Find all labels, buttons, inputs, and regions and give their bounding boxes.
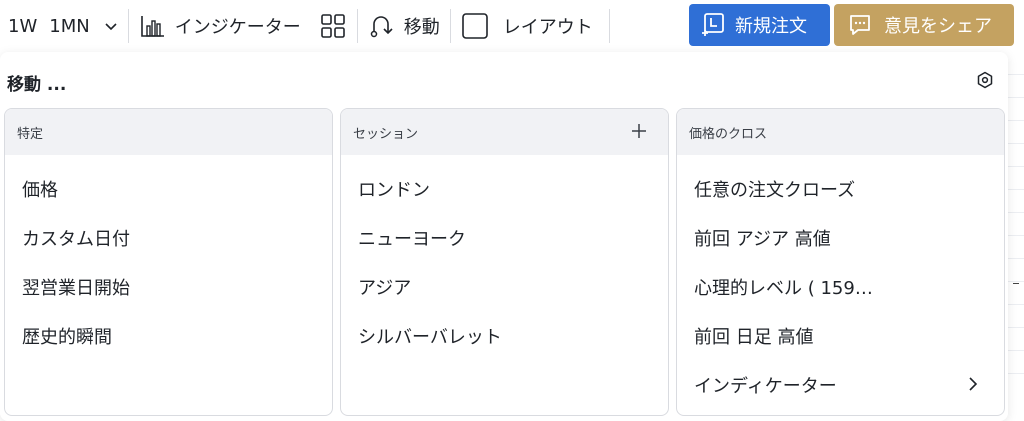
indicators-button[interactable]: インジケーター — [139, 8, 301, 44]
new-order-button[interactable]: 新規注文 — [689, 4, 830, 46]
list-item[interactable]: 任意の注文クローズ — [677, 164, 1004, 213]
column-header: 価格のクロス — [677, 109, 1004, 155]
interval-selector[interactable]: 1W 1MN — [0, 8, 118, 44]
list-item[interactable]: 価格 — [5, 164, 332, 213]
column-list: 価格 カスタム日付 翌営業日開始 歴史的瞬間 — [5, 155, 332, 360]
settings-icon[interactable] — [976, 71, 994, 89]
column-list: 任意の注文クローズ 前回 アジア 高値 心理的レベル ( 159… 前回 日足 … — [677, 155, 1004, 409]
list-item[interactable]: 心理的レベル ( 159… — [677, 262, 1004, 311]
column-header-label: セッション — [353, 126, 419, 142]
list-item-indicator[interactable]: インディケーター — [677, 360, 1004, 409]
chevron-right-icon — [969, 377, 978, 391]
templates-button[interactable] — [319, 8, 347, 44]
layout-label: レイアウト — [502, 17, 593, 38]
move-label: 移動 — [403, 17, 440, 38]
column-header: 特定 — [5, 109, 332, 155]
list-item[interactable]: 前回 アジア 高値 — [677, 213, 1004, 262]
list-item[interactable]: ロンドン — [341, 164, 668, 213]
new-order-label: 新規注文 — [735, 16, 807, 37]
list-item[interactable]: シルバーバレット — [341, 311, 668, 360]
toolbar-divider — [449, 9, 451, 43]
panel-title: 移動 ... — [7, 75, 67, 95]
toolbar-divider — [356, 9, 358, 43]
list-item[interactable]: 前回 日足 高値 — [677, 311, 1004, 360]
chevron-down-icon[interactable] — [104, 19, 118, 33]
column-list: ロンドン ニューヨーク アジア シルバーバレット — [341, 155, 668, 360]
move-button[interactable]: 移動 — [368, 8, 440, 44]
toolbar-divider — [608, 9, 610, 43]
list-item[interactable]: 歴史的瞬間 — [5, 311, 332, 360]
indicators-label: インジケーター — [174, 17, 301, 38]
list-item[interactable]: カスタム日付 — [5, 213, 332, 262]
feedback-button[interactable]: 意見をシェア — [834, 4, 1014, 46]
move-arrow-icon — [368, 12, 396, 40]
grid-icon — [319, 12, 347, 40]
interval-1mn[interactable]: 1MN — [49, 16, 89, 37]
column-header-label: 価格のクロス — [689, 126, 768, 142]
list-item[interactable]: アジア — [341, 262, 668, 311]
layout-button[interactable]: レイアウト — [461, 8, 593, 44]
column-header: セッション — [341, 109, 668, 155]
new-order-icon — [702, 13, 724, 36]
feedback-label: 意見をシェア — [884, 16, 992, 37]
column-session: セッション ロンドン ニューヨーク アジア シルバーバレット — [340, 108, 669, 416]
chart-background — [1008, 52, 1024, 421]
chat-bubble-icon — [850, 15, 870, 35]
move-dropdown-panel: 移動 ... 特定 価格 カスタム日付 翌営業日開始 歴史的瞬間 セッション ロ… — [0, 52, 1008, 421]
list-item[interactable]: 翌営業日開始 — [5, 262, 332, 311]
column-specific: 特定 価格 カスタム日付 翌営業日開始 歴史的瞬間 — [4, 108, 333, 416]
plus-icon[interactable] — [630, 122, 648, 140]
square-icon — [461, 12, 489, 40]
bar-chart-icon — [139, 12, 167, 40]
list-item-label: インディケーター — [694, 375, 837, 397]
column-price-cross: 価格のクロス 任意の注文クローズ 前回 アジア 高値 心理的レベル ( 159…… — [676, 108, 1005, 416]
list-item[interactable]: ニューヨーク — [341, 213, 668, 262]
interval-1w[interactable]: 1W — [8, 16, 37, 37]
toolbar-divider — [127, 9, 129, 43]
column-header-label: 特定 — [17, 126, 44, 142]
chart-tick-mark — [1013, 283, 1019, 284]
